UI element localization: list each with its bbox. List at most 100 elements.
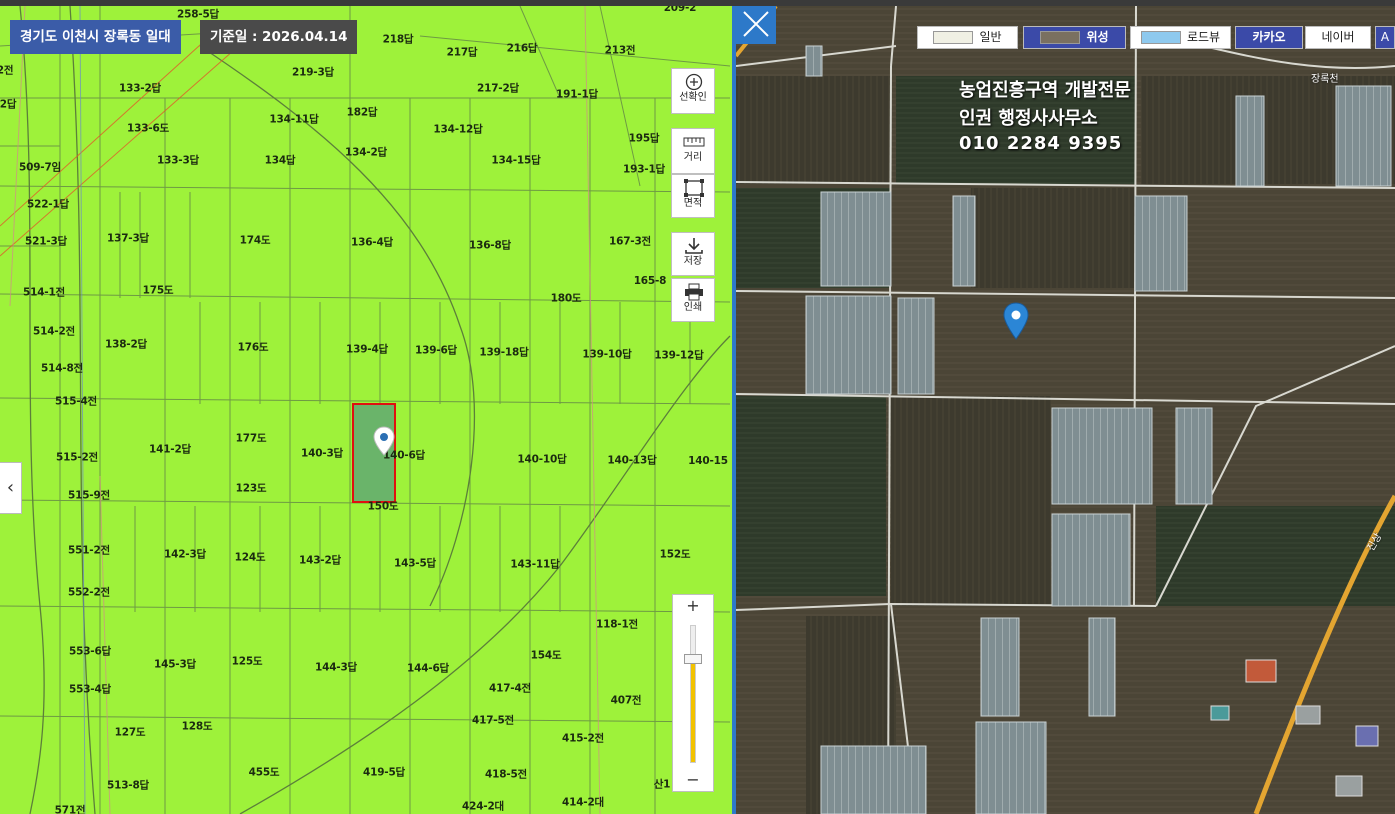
- collapse-panel-button[interactable]: ‹: [0, 462, 22, 514]
- parcel-label: 138-2답: [104, 338, 148, 351]
- distance-button[interactable]: 거리: [671, 128, 715, 174]
- ad-text-line: 농업진흥구역 개발전문: [959, 80, 1131, 101]
- parcel-label: 137-3답: [106, 232, 150, 245]
- place-label: 장록천: [1311, 74, 1339, 85]
- parcel-label: 176도: [237, 341, 269, 354]
- parcel-label: 134-11답: [269, 113, 319, 126]
- parcel-label: 515-4전: [54, 395, 98, 408]
- tool-label: 선확인: [679, 92, 707, 103]
- parcel-label: 571전: [54, 804, 86, 814]
- satellite-location-marker-icon[interactable]: [1003, 302, 1029, 340]
- parcel-label: 139-10답: [582, 348, 632, 361]
- parcel-label: 154도: [530, 649, 562, 662]
- parcel-label: 217-2답: [476, 82, 520, 95]
- map-type-label: 로드뷰: [1186, 30, 1221, 44]
- zoom-slider-track[interactable]: [684, 625, 702, 763]
- parcel-label: 133-2답: [118, 82, 162, 95]
- tool-label: 거리: [683, 152, 703, 163]
- parcel-label: 552-2전: [67, 586, 111, 599]
- parcel-label: 515-2전: [55, 451, 99, 464]
- parcel-label: 514-2전: [32, 325, 76, 338]
- parcel-label: 127도: [114, 726, 146, 739]
- parcel-label: 143-5답: [393, 557, 437, 570]
- parcel-label: 123도: [235, 482, 267, 495]
- parcel-label: 139-12답: [654, 349, 704, 362]
- parcel-label: 509-7임: [18, 161, 62, 174]
- provider-kakao[interactable]: 카카오: [1235, 26, 1303, 49]
- parcel-label: 139-18답: [479, 346, 529, 359]
- parcel-label: 217답: [446, 46, 478, 59]
- area-button[interactable]: 면적: [671, 174, 715, 218]
- parcel-label: 139-4답: [345, 343, 389, 356]
- map-type-general[interactable]: 일반: [917, 26, 1018, 49]
- parcel-label: 141-2답: [148, 443, 192, 456]
- parcel-label: 193-1답: [622, 163, 666, 176]
- parcel-label: 145-3답: [153, 658, 197, 671]
- parcel-label: 515-9전: [67, 489, 111, 502]
- parcel-label: 209-2: [663, 6, 697, 14]
- parcel-label: 167-3전: [608, 235, 652, 248]
- parcel-label: 177도: [235, 432, 267, 445]
- ruler-icon: [683, 137, 705, 147]
- parcel-label: 415-2전: [561, 732, 605, 745]
- parcel-label: 191-1답: [555, 88, 599, 101]
- parcel-label: 136-8답: [468, 239, 512, 252]
- zoom-slider-handle[interactable]: [684, 653, 702, 664]
- parcel-label: 125도: [231, 655, 263, 668]
- parcel-label: 133-3답: [156, 154, 200, 167]
- parcel-label: 175도: [142, 284, 174, 297]
- parcel-label: 124도: [234, 551, 266, 564]
- satellite-thumbnail-icon: [1040, 31, 1081, 44]
- parcel-label: 144-3답: [314, 661, 358, 674]
- parcel-label: 128도: [181, 720, 213, 733]
- parcel-label: 2답: [0, 98, 17, 111]
- parcel-label: 551-2전: [67, 544, 111, 557]
- parcel-label: 180도: [550, 292, 582, 305]
- save-button[interactable]: 저장: [671, 232, 715, 276]
- parcel-label: 455도: [248, 766, 280, 779]
- print-button[interactable]: 인쇄: [671, 278, 715, 322]
- parcel-label: 417-4전: [488, 682, 532, 695]
- parcel-label: 143-11답: [510, 558, 560, 571]
- zoom-in-button[interactable]: +: [673, 595, 713, 617]
- location-marker-icon[interactable]: [373, 426, 395, 456]
- cadastral-map[interactable]: 258-5답 209-2 218답 217답 216답 213전 2전 219-3답 133-2…: [0, 6, 732, 814]
- provider-naver[interactable]: 네이버: [1305, 26, 1371, 49]
- parcel-label: 134-12답: [433, 123, 483, 136]
- zoom-level-fill: [691, 663, 695, 762]
- map-thumbnail-icon: [933, 31, 974, 44]
- parcel-label: 407전: [610, 694, 642, 707]
- parcel-label: 513-8답: [106, 779, 150, 792]
- parcel-label: 133-6도: [126, 122, 170, 135]
- zoom-control[interactable]: + −: [672, 594, 714, 792]
- parcel-label: 219-3답: [291, 66, 335, 79]
- parcel-label: 553-6답: [68, 645, 112, 658]
- parcel-label: 216답: [506, 42, 538, 55]
- parcel-label: 417-5전: [471, 714, 515, 727]
- parcel-label: 118-1전: [595, 618, 639, 631]
- parcel-label: 424-2대: [461, 800, 505, 813]
- parcel-label: 419-5답: [362, 766, 406, 779]
- zoom-out-button[interactable]: −: [673, 769, 713, 791]
- map-type-roadview[interactable]: 로드뷰: [1130, 26, 1231, 49]
- map-type-satellite[interactable]: 위성: [1023, 26, 1126, 49]
- tool-label: 면적: [683, 198, 703, 209]
- parcel-label: 140-3답: [300, 447, 344, 460]
- reference-date: 기준일 : 2026.04.14: [200, 20, 358, 54]
- parcel-label: 136-4답: [350, 236, 394, 249]
- parcel-label: 213전: [604, 44, 636, 57]
- close-split-button[interactable]: [736, 6, 776, 44]
- parcel-label: 144-6답: [406, 662, 450, 675]
- parcel-label: 195답: [628, 132, 660, 145]
- parcel-label: 514-1전: [22, 286, 66, 299]
- parcel-label: 152도: [659, 548, 691, 561]
- confirm-line-button[interactable]: 선확인: [671, 68, 715, 114]
- parcel-label: 산1: [653, 778, 671, 791]
- provider-extra[interactable]: A: [1375, 26, 1395, 49]
- close-icon: [743, 11, 769, 37]
- tool-label: 인쇄: [683, 302, 703, 313]
- map-type-label: 일반: [979, 30, 1002, 44]
- area-square-icon: [684, 179, 704, 197]
- parcel-label: 182답: [346, 106, 378, 119]
- parcel-label: 150도: [367, 500, 399, 513]
